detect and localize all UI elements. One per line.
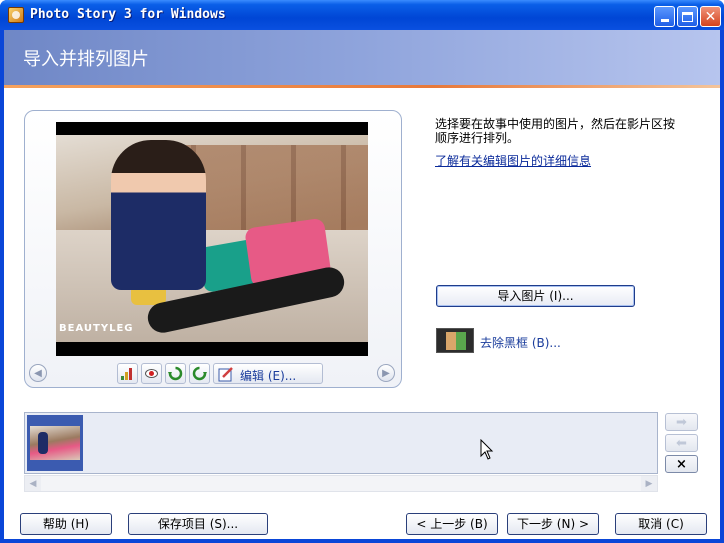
preview-panel: BEAUTYLEG ◀ ▶ 编辑 (E)... xyxy=(24,110,402,388)
move-right-button[interactable]: ➡ xyxy=(665,413,698,431)
minimize-icon xyxy=(660,19,669,22)
filmstrip-scrollbar[interactable]: ◀ ▶ xyxy=(24,475,658,492)
header-band: 导入并排列图片 xyxy=(4,30,720,85)
arrow-right-icon: ▶ xyxy=(382,367,390,379)
import-pictures-button[interactable]: 导入图片 (I)... xyxy=(436,285,635,307)
mouse-cursor-icon xyxy=(480,439,494,460)
filmstrip[interactable] xyxy=(24,412,658,474)
previous-photo-button[interactable]: ◀ xyxy=(29,364,47,382)
scroll-left-button[interactable]: ◀ xyxy=(25,476,41,491)
image-watermark: BEAUTYLEG xyxy=(59,323,134,334)
scroll-left-icon: ◀ xyxy=(29,478,37,489)
arrow-left-icon: ◀ xyxy=(34,367,42,379)
close-icon: ✕ xyxy=(704,8,717,25)
scroll-right-icon: ▶ xyxy=(645,478,653,489)
cancel-button[interactable]: 取消 (C) xyxy=(615,513,707,535)
back-button[interactable]: < 上一步 (B) xyxy=(406,513,498,535)
next-photo-button[interactable]: ▶ xyxy=(377,364,395,382)
move-left-button[interactable]: ⬅ xyxy=(665,434,698,452)
header-divider xyxy=(4,85,720,88)
maximize-icon xyxy=(682,11,693,22)
rotate-right-button[interactable] xyxy=(189,363,210,384)
rotate-left-button[interactable] xyxy=(165,363,186,384)
rotate-ccw-icon xyxy=(168,366,183,381)
close-icon: × xyxy=(676,456,687,472)
auto-correct-button[interactable] xyxy=(117,363,138,384)
edit-button-label: 编辑 (E)... xyxy=(240,369,297,383)
save-project-button[interactable]: 保存项目 (S)... xyxy=(128,513,268,535)
arrow-left-icon: ⬅ xyxy=(676,435,687,451)
instructions-text: 选择要在故事中使用的图片，然后在影片区按顺序进行排列。 xyxy=(435,117,676,145)
next-button[interactable]: 下一步 (N) > xyxy=(507,513,599,535)
remove-borders-icon[interactable] xyxy=(436,328,474,353)
photo-preview: BEAUTYLEG xyxy=(56,122,368,356)
edit-icon xyxy=(218,367,233,382)
red-eye-icon xyxy=(145,369,158,378)
window-title: Photo Story 3 for Windows xyxy=(30,7,226,22)
arrow-right-icon: ➡ xyxy=(676,414,687,430)
levels-icon xyxy=(121,368,132,380)
maximize-button[interactable] xyxy=(677,6,698,27)
edit-button[interactable]: 编辑 (E)... xyxy=(213,363,323,384)
preview-image: BEAUTYLEG xyxy=(56,135,368,342)
delete-picture-button[interactable]: × xyxy=(665,455,698,473)
rotate-cw-icon xyxy=(192,366,207,381)
app-icon xyxy=(8,7,24,23)
minimize-button[interactable] xyxy=(654,6,675,27)
remove-borders-link[interactable]: 去除黑框 (B)... xyxy=(480,334,561,351)
title-bar: Photo Story 3 for Windows ✕ xyxy=(0,0,724,30)
red-eye-button[interactable] xyxy=(141,363,162,384)
client-area: 导入并排列图片 BEAUTYLEG ◀ ▶ 编辑 (E)... 选择要在故事中使… xyxy=(4,30,720,539)
page-title: 导入并排列图片 xyxy=(23,49,149,70)
thumbnail-image xyxy=(30,426,80,460)
app-window: Photo Story 3 for Windows ✕ 导入并排列图片 BEAU… xyxy=(0,0,724,543)
filmstrip-thumbnail[interactable] xyxy=(27,415,83,471)
close-button[interactable]: ✕ xyxy=(700,6,721,27)
scroll-right-button[interactable]: ▶ xyxy=(641,476,657,491)
help-button[interactable]: 帮助 (H) xyxy=(20,513,112,535)
learn-more-link[interactable]: 了解有关编辑图片的详细信息 xyxy=(435,152,591,169)
